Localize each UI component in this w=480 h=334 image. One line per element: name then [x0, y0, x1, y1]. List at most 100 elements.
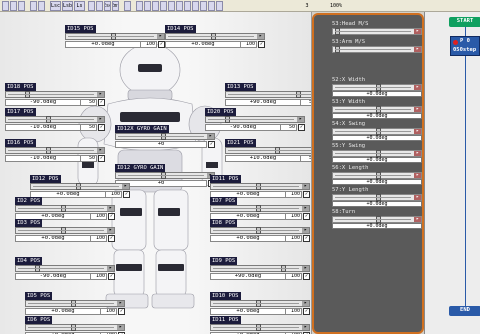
- slider-track[interactable]: ▸: [210, 183, 310, 190]
- toolbar-tool-icon[interactable]: [216, 1, 223, 11]
- pose-value[interactable]: -90.0deg: [205, 124, 281, 131]
- slider-track[interactable]: ▸: [115, 172, 215, 179]
- slider-track[interactable]: ▸: [210, 300, 310, 307]
- slider-thumb[interactable]: [60, 227, 66, 234]
- speed-value[interactable]: 100: [286, 235, 302, 242]
- arrow-right-icon[interactable]: ▸: [414, 107, 421, 112]
- pose-value[interactable]: -90.0deg: [5, 99, 81, 106]
- toolbar-tool-icon[interactable]: [208, 1, 215, 11]
- slider-thumb[interactable]: [25, 91, 30, 98]
- speed-value[interactable]: 100: [286, 308, 302, 315]
- arrow-right-icon[interactable]: ▸: [107, 206, 114, 211]
- play-icon[interactable]: [88, 1, 95, 11]
- slider-thumb[interactable]: [70, 300, 76, 307]
- slider-thumb[interactable]: [255, 205, 261, 212]
- pose-value[interactable]: +0.0deg: [165, 41, 241, 48]
- enable-checkbox[interactable]: ✓: [98, 99, 105, 106]
- flow-start-node[interactable]: START: [449, 17, 480, 27]
- arrow-right-icon[interactable]: ▸: [302, 266, 309, 271]
- pose-value[interactable]: +0.0deg: [210, 308, 286, 315]
- pose-value[interactable]: -10.0deg: [5, 124, 81, 131]
- enable-checkbox[interactable]: ✓: [108, 273, 115, 280]
- speed-value[interactable]: 50: [281, 124, 297, 131]
- toolbar-tool-icon[interactable]: [184, 1, 191, 11]
- toolbar-tool-icon[interactable]: [152, 1, 159, 11]
- arrow-right-icon[interactable]: ▸: [414, 195, 421, 200]
- slider-thumb[interactable]: [281, 265, 286, 272]
- pose-value[interactable]: -10.0deg: [5, 155, 81, 162]
- arrow-right-icon[interactable]: ▸: [97, 148, 104, 153]
- save-icon[interactable]: [18, 1, 25, 11]
- slider-track[interactable]: ▸: [205, 116, 305, 123]
- slider-thumb[interactable]: [376, 84, 381, 91]
- slider-track[interactable]: ▸: [332, 216, 422, 223]
- arrow-right-icon[interactable]: ▸: [414, 85, 421, 90]
- slider-thumb[interactable]: [110, 33, 116, 40]
- slider-track[interactable]: ▸: [15, 205, 115, 212]
- speed-value[interactable]: 50: [301, 155, 311, 162]
- slider-track[interactable]: ▸: [5, 116, 105, 123]
- speed-value[interactable]: 100: [241, 41, 257, 48]
- slider-thumb[interactable]: [376, 194, 381, 201]
- slider-track[interactable]: ▸: [332, 84, 422, 91]
- slider-thumb[interactable]: [160, 133, 166, 140]
- motion-value[interactable]: +0.0deg: [332, 91, 422, 97]
- slider-track[interactable]: ▸: [210, 205, 310, 212]
- speed-value[interactable]: 100: [286, 273, 302, 280]
- slider-thumb[interactable]: [70, 324, 76, 331]
- slider-track[interactable]: ▸: [225, 147, 311, 154]
- enable-checkbox[interactable]: ✓: [303, 308, 310, 315]
- slider-thumb[interactable]: [376, 106, 381, 113]
- flow-step-node[interactable]: P 0 050step: [450, 36, 480, 56]
- redo-icon[interactable]: [38, 1, 45, 11]
- enable-checkbox[interactable]: ✓: [303, 235, 310, 242]
- slider-track[interactable]: ▸: [30, 183, 130, 190]
- pose-value[interactable]: +10.0deg: [225, 155, 301, 162]
- speed-value[interactable]: 50: [81, 99, 97, 106]
- slider-track[interactable]: ▸: [15, 265, 115, 272]
- slider-thumb[interactable]: [335, 46, 340, 53]
- arrow-right-icon[interactable]: ▸: [414, 217, 421, 222]
- slider-track[interactable]: ▸: [15, 227, 115, 234]
- slider-track[interactable]: ▸: [5, 147, 105, 154]
- motion-value[interactable]: +0.0deg: [332, 135, 422, 141]
- motion-value[interactable]: +0.0deg: [332, 113, 422, 119]
- slider-thumb[interactable]: [376, 128, 381, 135]
- enable-checkbox[interactable]: ✓: [158, 41, 165, 48]
- toolbar-tool-icon[interactable]: [168, 1, 175, 11]
- slider-thumb[interactable]: [160, 172, 166, 179]
- slider-thumb[interactable]: [46, 147, 52, 154]
- toolbar-tool-icon[interactable]: [200, 1, 207, 11]
- slider-thumb[interactable]: [35, 265, 40, 272]
- pose-value[interactable]: -90.0deg: [15, 273, 91, 280]
- pose-value[interactable]: +90.0deg: [225, 99, 301, 106]
- arrow-right-icon[interactable]: ▸: [414, 129, 421, 134]
- slider-track[interactable]: ▸: [225, 91, 311, 98]
- arrow-right-icon[interactable]: ▸: [302, 184, 309, 189]
- arrow-right-icon[interactable]: ▸: [207, 134, 214, 139]
- speed-value[interactable]: 50: [81, 155, 97, 162]
- arrow-right-icon[interactable]: ▸: [97, 92, 104, 97]
- arrow-right-icon[interactable]: ▸: [122, 184, 129, 189]
- arrow-right-icon[interactable]: ▸: [107, 266, 114, 271]
- slider-track[interactable]: ▸: [332, 194, 422, 201]
- slider-thumb[interactable]: [225, 116, 230, 123]
- speed-value[interactable]: 100: [91, 273, 107, 280]
- slider-track[interactable]: ▸: [210, 227, 310, 234]
- enable-checkbox[interactable]: ✓: [98, 155, 105, 162]
- toolbar-tool-icon[interactable]: [192, 1, 199, 11]
- arrow-right-icon[interactable]: ▸: [414, 173, 421, 178]
- slider-thumb[interactable]: [335, 28, 340, 35]
- slider-track[interactable]: ▸: [332, 106, 422, 113]
- file-open-icon[interactable]: [10, 1, 17, 11]
- slider-thumb[interactable]: [255, 324, 261, 331]
- slider-thumb[interactable]: [60, 205, 66, 212]
- slider-track[interactable]: ▸: [210, 265, 310, 272]
- toolbar-button-lsb[interactable]: Lsb: [62, 1, 73, 11]
- pose-value[interactable]: +0.0deg: [65, 41, 141, 48]
- arrow-right-icon[interactable]: ▸: [414, 151, 421, 156]
- slider-track[interactable]: ▸: [25, 324, 125, 331]
- slider-track[interactable]: ▸: [332, 128, 422, 135]
- enable-checkbox[interactable]: ✓: [303, 273, 310, 280]
- toolbar-tool-icon[interactable]: [176, 1, 183, 11]
